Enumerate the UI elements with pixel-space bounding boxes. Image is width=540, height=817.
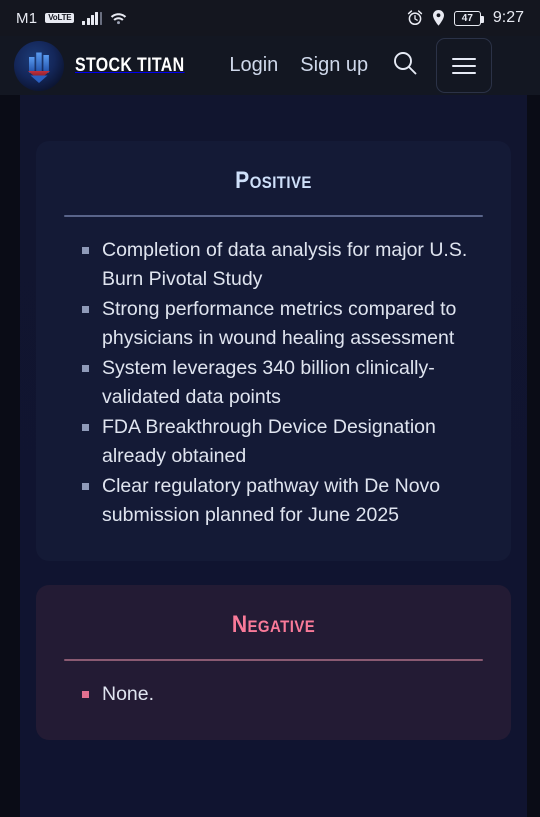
hamburger-menu-icon-line [452, 71, 477, 74]
positive-card: Positive Completion of data analysis for… [36, 141, 511, 561]
list-item: Completion of data analysis for major U.… [82, 236, 487, 294]
page-body: Positive Completion of data analysis for… [0, 95, 540, 817]
positive-card-title: Positive [235, 167, 312, 194]
carrier-label: M1 [16, 9, 38, 27]
content-container: Positive Completion of data analysis for… [20, 95, 527, 817]
signup-link[interactable]: Sign up [300, 54, 368, 77]
list-item: FDA Breakthrough Device Designation alre… [82, 413, 487, 471]
brand-name: STOCK TITAN [75, 54, 185, 76]
clock-label: 9:27 [492, 9, 524, 26]
login-link[interactable]: Login [229, 54, 278, 77]
negative-card: Negative None. [36, 585, 511, 740]
battery-indicator: 47 [453, 10, 484, 26]
positive-bullet-list: Completion of data analysis for major U.… [60, 236, 487, 530]
alarm-clock-icon [407, 10, 423, 26]
search-icon [391, 49, 419, 82]
list-item: None. [82, 680, 487, 709]
stock-titan-logo-icon [14, 40, 64, 91]
signal-bars-icon [82, 11, 103, 25]
scrollbar[interactable] [527, 95, 529, 817]
nav-links: Login Sign up [229, 54, 368, 77]
search-button[interactable] [388, 49, 422, 83]
status-bar: M1 VoLTE 47 9:27 [0, 0, 540, 36]
menu-button[interactable] [436, 38, 493, 93]
list-item: System leverages 340 billion clinically-… [82, 354, 487, 412]
status-bar-left: M1 VoLTE [16, 10, 127, 27]
volte-badge: VoLTE [45, 12, 75, 24]
location-pin-icon [432, 10, 445, 26]
wifi-icon [110, 11, 127, 25]
positive-card-divider [64, 215, 483, 217]
site-header: STOCK TITAN Login Sign up [0, 36, 540, 95]
negative-card-divider [64, 659, 483, 661]
list-item: Strong performance metrics compared to p… [82, 295, 487, 353]
brand-home-link[interactable]: STOCK TITAN [14, 40, 205, 91]
hamburger-menu-icon-line [452, 64, 477, 67]
negative-bullet-list: None. [60, 680, 487, 709]
list-item: Clear regulatory pathway with De Novo su… [82, 472, 487, 530]
hamburger-menu-icon-line [452, 57, 477, 60]
negative-card-title: Negative [231, 611, 316, 638]
status-bar-right: 47 9:27 [407, 9, 524, 27]
battery-level-label: 47 [461, 12, 473, 24]
